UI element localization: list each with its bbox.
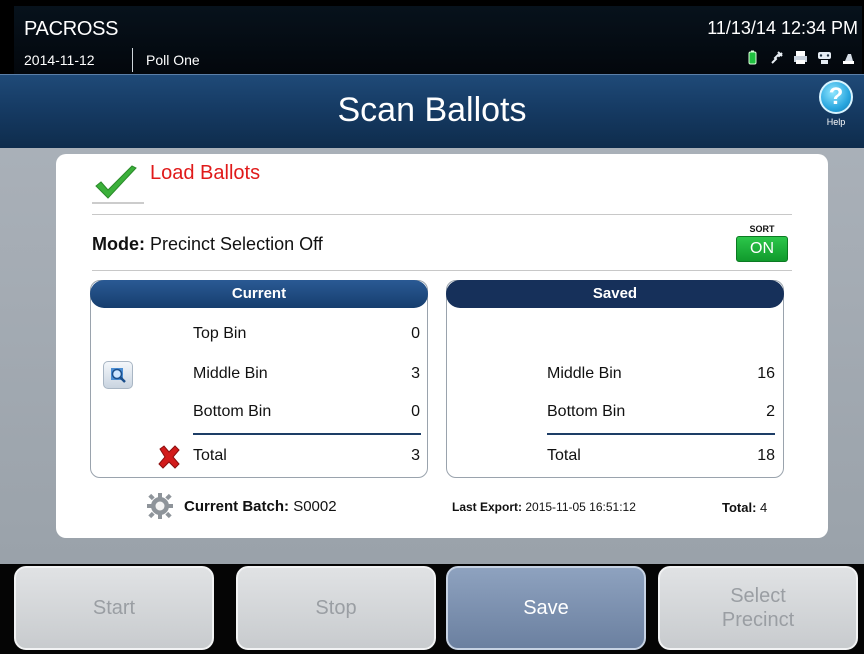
- bin-label: Bottom Bin: [547, 403, 626, 420]
- select-precinct-button[interactable]: Select Precinct: [658, 566, 858, 650]
- bin-count: 2: [766, 403, 775, 420]
- scan-card: Load Ballots Mode: Precinct Selection Of…: [56, 154, 828, 538]
- export-total: Total: 4: [722, 500, 767, 515]
- printer-icon: [793, 50, 808, 65]
- saved-panel-header: Saved: [446, 280, 784, 308]
- mode-label: Mode:: [92, 234, 145, 254]
- bin-count: 16: [757, 365, 775, 382]
- help-icon: ?: [819, 80, 853, 114]
- total-rule: [547, 433, 775, 435]
- status-icons: [745, 50, 856, 65]
- help-label: Help: [826, 117, 846, 127]
- current-bins-panel: Current Top Bin 0 Middle Bin 3 Bottom Bi…: [90, 280, 428, 478]
- total-label: Total:: [722, 500, 757, 515]
- bin-label: Top Bin: [193, 325, 247, 342]
- export-label: Last Export:: [452, 500, 523, 514]
- bin-label: Middle Bin: [547, 365, 622, 382]
- status-bar: PACROSS 2014-11-12 Poll One 11/13/14 12:…: [14, 6, 862, 74]
- sort-label: SORT: [749, 224, 775, 234]
- total-count: 3: [411, 447, 420, 464]
- load-ballots-title: Load Ballots: [150, 162, 261, 184]
- modem-icon: [817, 50, 832, 65]
- poll-date: 2014-11-12: [24, 52, 95, 68]
- title-bar: Scan Ballots ? Help: [0, 74, 864, 148]
- save-button[interactable]: Save: [446, 566, 646, 650]
- mode-row: Mode: Precinct Selection Off: [92, 234, 323, 255]
- sort-toggle[interactable]: ON: [736, 236, 788, 262]
- total-count: 18: [757, 447, 775, 464]
- divider: [92, 214, 792, 215]
- mode-value: Precinct Selection Off: [150, 234, 323, 254]
- poll-name: Poll One: [146, 52, 200, 68]
- last-export: Last Export: 2015-11-05 16:51:12: [452, 500, 636, 514]
- checkmark-icon: [92, 164, 140, 204]
- bin-count: 3: [411, 365, 420, 382]
- total-label: Total: [193, 447, 227, 464]
- gear-icon[interactable]: [146, 492, 174, 520]
- batch-label: Current Batch:: [184, 498, 290, 515]
- total-rule: [193, 433, 421, 435]
- current-panel-header: Current: [90, 280, 428, 308]
- scanner-icon: [841, 50, 856, 65]
- bin-count: 0: [411, 403, 420, 420]
- select-precinct-label: Select Precinct: [721, 585, 795, 631]
- bin-label: Bottom Bin: [193, 403, 272, 420]
- total-value: 4: [760, 500, 768, 515]
- bin-label: Middle Bin: [193, 365, 268, 382]
- app-name: PACROSS: [24, 18, 119, 40]
- bin-count: 0: [411, 325, 420, 342]
- magnifier-icon[interactable]: [103, 361, 133, 389]
- poll-divider: [132, 48, 133, 72]
- checkmark-underline: [92, 202, 144, 204]
- clear-x-icon[interactable]: [155, 443, 183, 471]
- action-bar: Start Stop Save Select Precinct: [0, 564, 864, 654]
- saved-bins-panel: Saved Middle Bin 16 Bottom Bin 2 Total 1…: [446, 280, 784, 478]
- battery-icon: [745, 50, 760, 65]
- help-button[interactable]: ? Help: [816, 80, 856, 142]
- stop-button[interactable]: Stop: [236, 566, 436, 650]
- plug-icon: [769, 50, 784, 65]
- current-batch: Current Batch: S0002: [184, 498, 337, 515]
- total-label: Total: [547, 447, 581, 464]
- start-button[interactable]: Start: [14, 566, 214, 650]
- divider: [92, 270, 792, 271]
- clock: 11/13/14 12:34 PM: [707, 18, 858, 38]
- batch-value: S0002: [293, 498, 337, 515]
- page-title: Scan Ballots: [337, 91, 527, 129]
- screen: PACROSS 2014-11-12 Poll One 11/13/14 12:…: [0, 0, 864, 654]
- export-value: 2015-11-05 16:51:12: [525, 500, 636, 514]
